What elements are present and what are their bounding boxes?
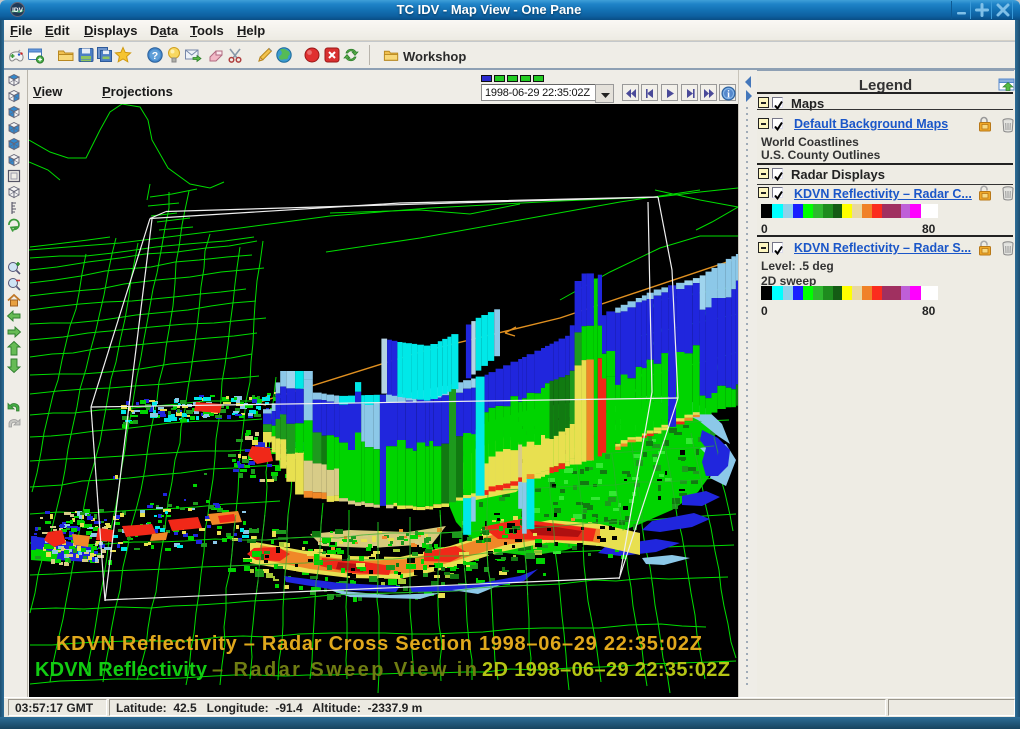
svg-text:KDVN Reflectivity: KDVN Reflectivity: [35, 659, 208, 681]
svg-text:i: i: [727, 90, 730, 101]
svg-text:2D 1998–06–29 22:35:02Z: 2D 1998–06–29 22:35:02Z: [482, 659, 730, 681]
svg-text:?: ?: [152, 50, 158, 62]
svg-text:IDV: IDV: [12, 7, 24, 14]
svg-text:– Radar Sweep View in: – Radar Sweep View in: [212, 659, 477, 681]
svg-text:KDVN Reflectivity – Radar Cros: KDVN Reflectivity – Radar Cross Section …: [56, 633, 702, 655]
